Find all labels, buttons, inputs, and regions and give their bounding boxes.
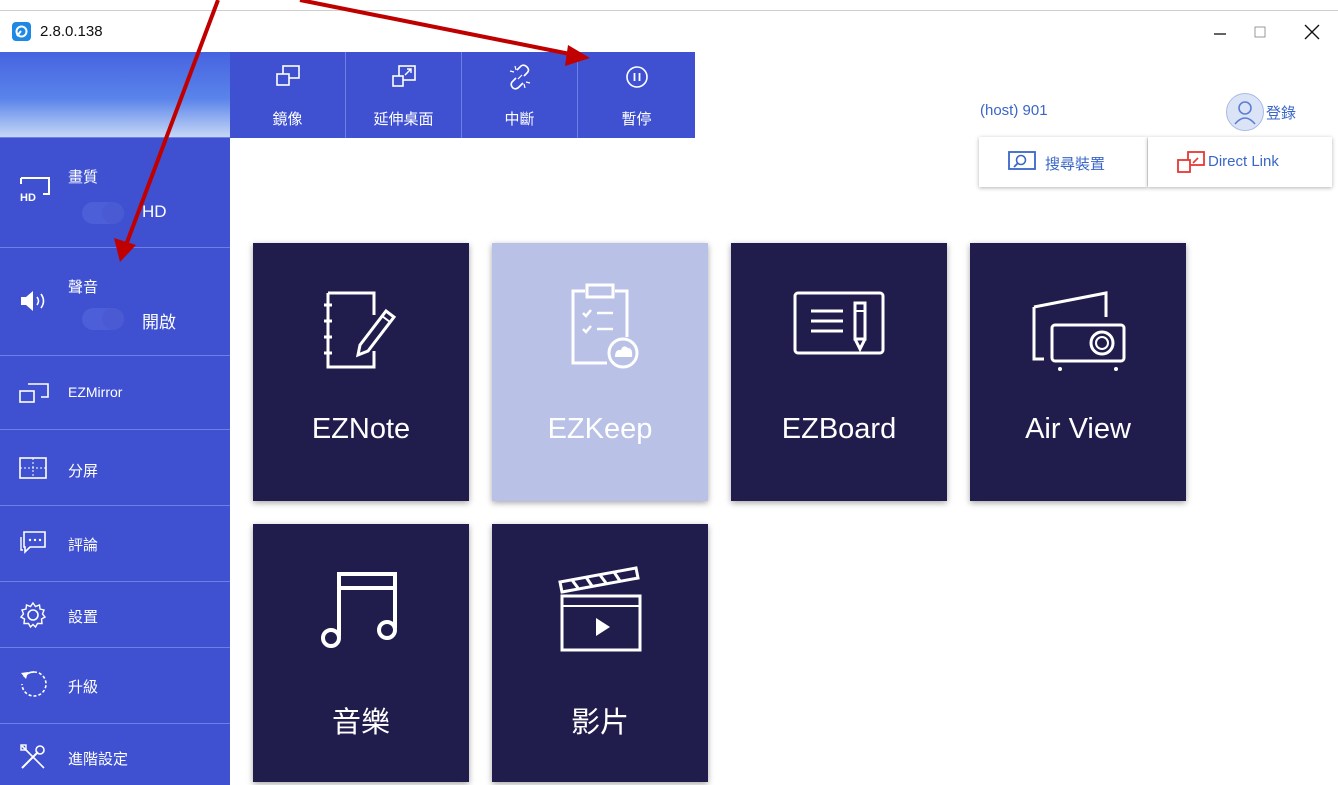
maximize-icon[interactable] xyxy=(1240,17,1280,47)
login-link[interactable]: 登錄 xyxy=(1266,102,1296,123)
tile-label: EZNote xyxy=(311,413,411,445)
sidebar-item-split-screen[interactable]: 分屏 xyxy=(0,429,230,505)
mirror-label: 鏡像 xyxy=(272,111,303,128)
whiteboard-icon xyxy=(791,289,887,368)
projector-icon xyxy=(1026,287,1130,382)
tile-label: 音樂 xyxy=(331,707,390,739)
music-note-icon xyxy=(313,566,409,661)
sidebar-item-settings[interactable]: 設置 xyxy=(0,581,230,647)
tile-video[interactable]: 影片 xyxy=(492,524,708,782)
sidebar-item-label: 聲音 xyxy=(68,279,99,296)
tile-label: EZBoard xyxy=(781,413,897,445)
sidebar-item-label: 畫質 xyxy=(68,169,99,186)
sidebar-item-comment[interactable]: 評論 xyxy=(0,505,230,581)
direct-link-label: Direct Link xyxy=(1208,153,1279,170)
search-devices-label: 搜尋裝置 xyxy=(1045,156,1106,173)
hd-display-icon: HD xyxy=(18,174,52,209)
sound-value: 開啟 xyxy=(142,313,176,332)
direct-link-button[interactable]: Direct Link xyxy=(1148,137,1332,187)
svg-text:HD: HD xyxy=(20,192,36,204)
sidebar: HD 畫質 HD 聲音 開啟 EZMirror 分屏 評論 設置 升級 進階設定 xyxy=(0,52,230,785)
ezmirror-icon xyxy=(18,382,50,409)
sound-toggle[interactable] xyxy=(82,308,124,330)
disconnect-button[interactable]: 中斷 xyxy=(462,52,578,138)
sidebar-item-label: 設置 xyxy=(68,609,99,626)
pause-icon xyxy=(624,64,650,95)
tile-air-view[interactable]: Air View xyxy=(970,243,1186,501)
avatar-icon[interactable] xyxy=(1226,93,1264,131)
sidebar-item-label: 進階設定 xyxy=(68,751,129,768)
sidebar-item-label: 評論 xyxy=(68,537,99,554)
sidebar-item-upgrade[interactable]: 升級 xyxy=(0,647,230,723)
tile-label: Air View xyxy=(1025,413,1131,445)
minimize-icon[interactable] xyxy=(1200,17,1240,47)
direct-link-icon xyxy=(1176,150,1206,178)
tile-ezkeep[interactable]: EZKeep xyxy=(492,243,708,501)
mirror-button[interactable]: 鏡像 xyxy=(230,52,346,138)
disconnect-label: 中斷 xyxy=(504,111,535,128)
split-screen-icon xyxy=(18,456,48,485)
comment-icon xyxy=(18,530,48,561)
quality-value: HD xyxy=(142,202,167,221)
tile-ezboard[interactable]: EZBoard xyxy=(731,243,947,501)
sidebar-item-label: EZMirror xyxy=(68,384,123,400)
gear-icon xyxy=(18,600,48,635)
close-icon[interactable] xyxy=(1292,17,1332,47)
clipboard-cloud-icon xyxy=(555,279,645,374)
extend-desktop-label: 延伸桌面 xyxy=(373,111,434,128)
app-logo-icon xyxy=(12,22,31,41)
search-device-icon xyxy=(1007,150,1037,178)
sidebar-item-quality[interactable]: HD 畫質 HD xyxy=(0,137,230,247)
disconnect-icon xyxy=(507,64,533,95)
tile-music[interactable]: 音樂 xyxy=(253,524,469,782)
tile-label: 影片 xyxy=(570,707,629,739)
sidebar-item-label: 分屏 xyxy=(68,463,99,480)
title-bar: 2.8.0.138 xyxy=(0,10,1338,52)
sidebar-item-sound[interactable]: 聲音 開啟 xyxy=(0,247,230,355)
quality-toggle[interactable] xyxy=(82,202,124,224)
app-version: 2.8.0.138 xyxy=(40,23,103,40)
toolbar: 鏡像 延伸桌面 中斷 暫停 xyxy=(230,52,695,138)
sidebar-item-label: 升級 xyxy=(68,679,99,696)
extend-desktop-button[interactable]: 延伸桌面 xyxy=(346,52,462,138)
sidebar-item-advanced-settings[interactable]: 進階設定 xyxy=(0,723,230,785)
pause-label: 暫停 xyxy=(621,111,652,128)
host-name: (host) 901 xyxy=(980,102,1048,119)
clapperboard-icon xyxy=(552,564,648,661)
mirror-icon xyxy=(275,64,301,93)
search-devices-button[interactable]: 搜尋裝置 xyxy=(979,137,1147,187)
pause-button[interactable]: 暫停 xyxy=(578,52,695,138)
tile-label: EZKeep xyxy=(547,413,653,445)
extend-desktop-icon xyxy=(391,64,417,93)
notebook-pen-icon xyxy=(316,285,406,380)
sidebar-header xyxy=(0,52,230,137)
tile-eznote[interactable]: EZNote xyxy=(253,243,469,501)
upgrade-icon xyxy=(18,668,50,705)
speaker-icon xyxy=(18,288,52,319)
sidebar-item-ezmirror[interactable]: EZMirror xyxy=(0,355,230,429)
tools-icon xyxy=(18,742,48,777)
